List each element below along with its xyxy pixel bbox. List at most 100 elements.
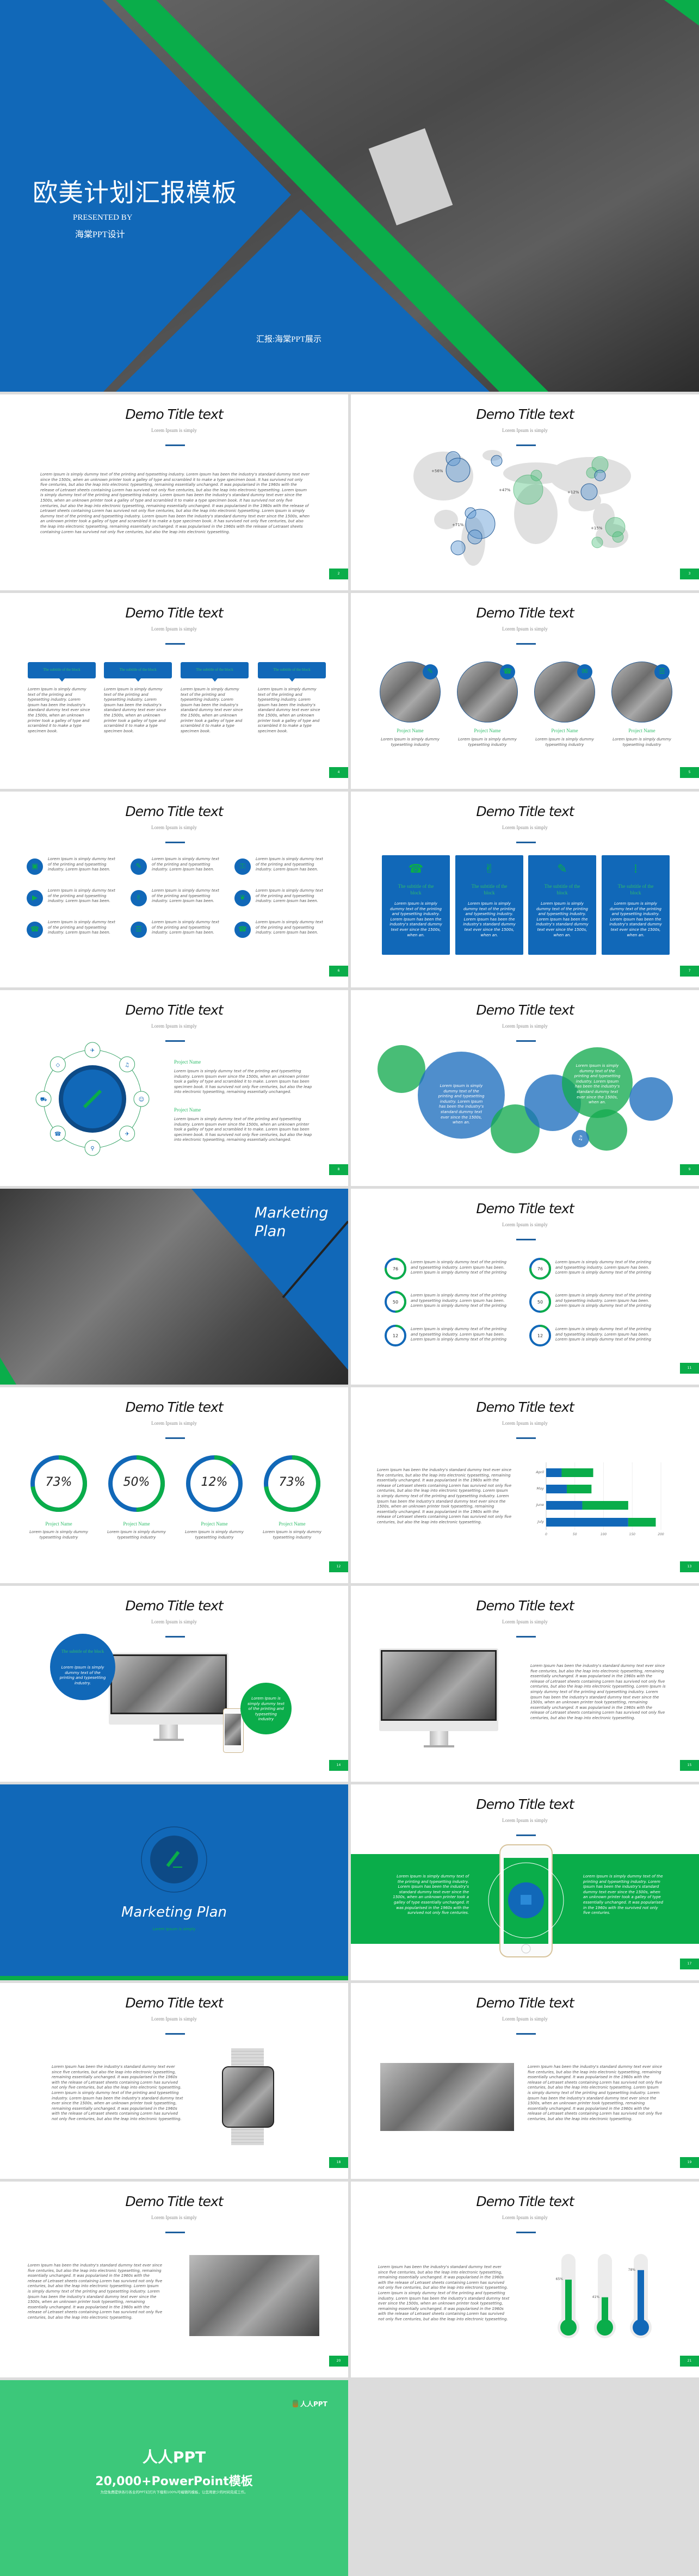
map-label: +71% <box>452 523 464 527</box>
paragraph: Lorem Ipsum is simply dummy text of the … <box>40 472 310 534</box>
title-underline <box>516 643 536 645</box>
map-bubble <box>612 531 624 543</box>
callout-text: Lorem Ipsum is simply dummy text of the … <box>104 687 166 733</box>
page-number: 3 <box>680 569 699 579</box>
ring-text: Lorem Ipsum is simply dummy text of the … <box>555 1327 652 1342</box>
grid-icon: ⁞ <box>634 862 638 876</box>
slide-subtitle: Lorem Ipsum is simply <box>502 2016 548 2022</box>
thermometer-bulb <box>633 2319 649 2336</box>
bubble <box>629 1077 673 1121</box>
bubble <box>378 1045 425 1093</box>
slide-title: Demo Title text <box>125 804 223 819</box>
thermometer-bulb <box>560 2319 577 2336</box>
section-heading: Marketing Plan <box>255 1204 329 1240</box>
icon-item-text: Lorem Ipsum is simply dummy text of the … <box>48 888 115 904</box>
footer-tagline: 为您免费提供各行各业的PPT幻灯片下载和100%可编辑的模板，让您用更少的时间完… <box>100 2490 248 2494</box>
ring-value: 12 <box>537 1333 543 1338</box>
briefcase-icon: ▣ <box>27 858 43 875</box>
callout-pointer <box>135 678 141 682</box>
slide-title: Demo Title text <box>125 406 223 422</box>
slide-subtitle: Lorem Ipsum is simply <box>502 1619 548 1624</box>
slide-bubbles: Demo Title text Lorem Ipsum is simply ♫ Lor… <box>351 990 699 1186</box>
leaf-icon: ❦ <box>234 890 251 906</box>
chat-icon: ✉ <box>577 664 592 679</box>
ring-value: 76 <box>393 1267 398 1271</box>
bubble-text: Lorem Ipsum is simply dummy text of the … <box>574 1064 621 1105</box>
page-number: 20 <box>329 2356 348 2367</box>
phone-icon: ☎ <box>54 1132 61 1138</box>
card-subtitle: The subtitle of the block <box>617 884 654 895</box>
icon-item-text: Lorem Ipsum is simply dummy text of the … <box>48 857 115 872</box>
page-number: 15 <box>680 1760 699 1771</box>
map-label: +12% <box>567 490 579 495</box>
page-number: 13 <box>680 1561 699 1572</box>
donut-label: 73% <box>45 1475 72 1489</box>
phone-text-left: Lorem Ipsum is simply dummy text of the … <box>393 1874 469 1916</box>
monitor-screen-photo <box>381 1650 497 1721</box>
project-name: Project Name <box>123 1521 150 1527</box>
callout-subtitle: The subtitle of the block <box>196 668 233 672</box>
y-category-label: May <box>536 1486 544 1491</box>
icon-item-text: Lorem Ipsum is simply dummy text of the … <box>256 888 323 904</box>
card-subtitle: The subtitle of the block <box>398 884 434 895</box>
project-text: Lorem Ipsum is simply dummy typesetting … <box>263 1530 321 1540</box>
slide-ring: Demo Title text Lorem Ipsum is simply ✈ ♫ ☺ ✈… <box>0 990 348 1186</box>
bar-segment <box>546 1485 567 1493</box>
title-underline <box>165 1636 185 1638</box>
pin-icon: ⚲ <box>90 1146 94 1152</box>
project-name: Project Name <box>45 1521 72 1527</box>
donut-label: 50% <box>123 1475 150 1489</box>
bar-segment <box>561 1468 593 1477</box>
map-bubble <box>530 470 542 481</box>
page-number: 19 <box>680 2157 699 2168</box>
slide-subtitle: Lorem Ipsum is simply <box>151 2215 197 2220</box>
menu-icon: ☰ <box>131 922 147 938</box>
project-name: Project Name <box>279 1521 306 1527</box>
cover-designer: 海棠PPT设计 <box>75 230 125 239</box>
diamond-icon: ◇ <box>56 1062 60 1068</box>
project-text: Lorem Ipsum is simply dummy typesetting … <box>107 1530 166 1540</box>
watch-screen-photo <box>222 2066 274 2128</box>
slide-title: Demo Title text <box>476 605 574 621</box>
stacked-bar-chart <box>546 1462 661 1530</box>
project-text: Lorem Ipsum is simply dummy typesetting … <box>535 737 594 747</box>
title-underline <box>165 444 185 446</box>
title-underline <box>165 2033 185 2035</box>
slide-subtitle: Lorem Ipsum is simply <box>151 825 197 830</box>
page-number: 12 <box>329 1561 348 1572</box>
slide-monitor-text: Demo Title text Lorem Ipsum is simply Lore… <box>351 1586 699 1782</box>
cover-title: 欧美计划汇报模板 <box>33 179 237 207</box>
callout-text: Lorem Ipsum is simply dummy text of the … <box>181 687 243 733</box>
slide-subtitle: Lorem Ipsum is simply <box>151 626 197 632</box>
project-text: Lorem Ipsum is simply dummy text of the … <box>174 1117 312 1142</box>
callout-subtitle: The subtitle of the block <box>273 668 311 672</box>
bubble <box>586 1109 627 1151</box>
paragraph: Lorem Ipsum has been the industry's stan… <box>52 2065 183 2121</box>
footer-logo: 人人PPT <box>300 2400 327 2408</box>
slide-map: Demo Title text Lorem Ipsum is simply +56%… <box>351 394 699 590</box>
slide-title: Demo Title text <box>125 1995 223 2011</box>
list-icon: ☰ <box>654 664 670 679</box>
y-category-label: April <box>536 1470 544 1474</box>
callout-text: Lorem Ipsum is simply dummy text of the … <box>28 687 90 733</box>
callout-pointer <box>289 678 295 682</box>
monitor-base <box>153 1739 184 1741</box>
project-name: Project Name <box>474 728 501 733</box>
page-number: 4 <box>329 767 348 778</box>
thumbs-up-icon: ✌ <box>484 862 494 876</box>
donut-label: 73% <box>279 1475 306 1489</box>
slide-text-photo: Demo Title text Lorem Ipsum is simply Lore… <box>0 2182 348 2377</box>
project-name: Project Name <box>201 1521 228 1527</box>
thermometer-label: 65% <box>555 2277 563 2282</box>
paragraph: Lorem Ipsum has been the industry's stan… <box>530 1664 666 1720</box>
lock-icon: ⚿ <box>234 858 251 875</box>
store-icon <box>521 1895 531 1905</box>
section-heading: Marketing Plan <box>121 1904 227 1920</box>
title-underline <box>516 1636 536 1638</box>
footer-brand: 人人PPT <box>142 2448 206 2466</box>
map-label: +47% <box>499 488 511 492</box>
footer-headline: 20,000+PowerPoint模板 <box>95 2475 253 2488</box>
bubble-text: Lorem Ipsum is simply dummy text of the … <box>438 1084 485 1125</box>
card-text: Lorem Ipsum is simply dummy text of the … <box>463 901 516 937</box>
card-text: Lorem Ipsum is simply dummy text of the … <box>536 901 589 937</box>
